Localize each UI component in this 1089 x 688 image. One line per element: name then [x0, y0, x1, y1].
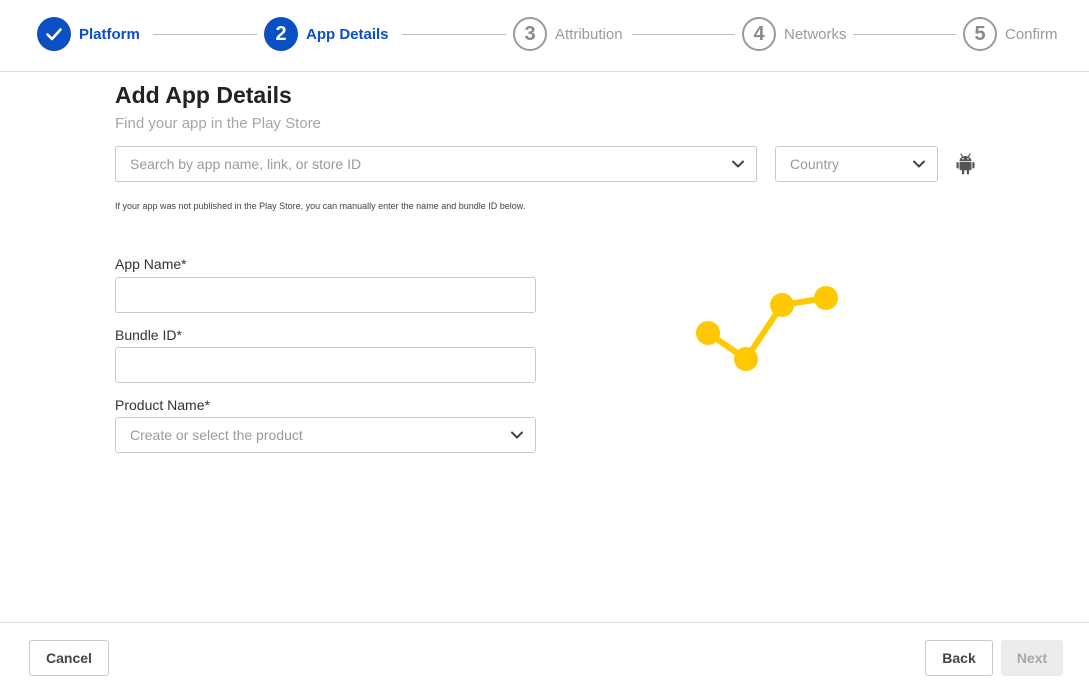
back-button[interactable]: Back: [925, 640, 993, 676]
step-networks[interactable]: 4 Networks: [742, 17, 847, 51]
next-button[interactable]: Next: [1001, 640, 1063, 676]
step-number-text: 4: [753, 22, 765, 45]
app-search-select[interactable]: Search by app name, link, or store ID: [115, 146, 757, 182]
step-connector: [853, 34, 956, 35]
step-number: 4: [742, 17, 776, 51]
product-name-label: Product Name*: [115, 397, 210, 413]
country-select[interactable]: Country: [775, 146, 938, 182]
step-number-text: 2: [275, 22, 287, 45]
step-connector: [153, 34, 257, 35]
step-label: Attribution: [555, 25, 623, 43]
loading-spinner-icon: [696, 286, 838, 371]
step-number: 2: [264, 17, 298, 51]
step-number: 3: [513, 17, 547, 51]
step-label: Networks: [784, 25, 847, 43]
manual-entry-hint: If your app was not published in the Pla…: [115, 201, 526, 211]
bundle-id-label: Bundle ID*: [115, 327, 182, 343]
android-icon: [956, 153, 975, 175]
step-number-text: 5: [974, 22, 986, 45]
step-label: Confirm: [1005, 25, 1058, 43]
step-connector: [402, 34, 506, 35]
step-label: Platform: [79, 25, 140, 43]
step-platform[interactable]: Platform: [37, 17, 140, 51]
chevron-down-icon: [732, 160, 744, 168]
wizard-footer: Cancel Back Next: [0, 622, 1089, 688]
app-search-placeholder: Search by app name, link, or store ID: [130, 156, 362, 172]
page-title: Add App Details: [115, 82, 292, 108]
product-name-placeholder: Create or select the product: [130, 427, 303, 443]
bundle-id-input[interactable]: [115, 347, 536, 383]
page-subtitle: Find your app in the Play Store: [115, 115, 321, 132]
chevron-down-icon: [913, 160, 925, 168]
step-number: 5: [963, 17, 997, 51]
cancel-button[interactable]: Cancel: [29, 640, 109, 676]
step-number-text: 3: [524, 22, 536, 45]
app-name-label: App Name*: [115, 256, 187, 272]
progress-stepper: Platform 2 App Details 3 Attribution 4 N…: [0, 0, 1089, 72]
step-confirm[interactable]: 5 Confirm: [963, 17, 1058, 51]
checkmark-icon: [37, 17, 71, 51]
country-placeholder: Country: [790, 156, 840, 172]
step-connector: [632, 34, 735, 35]
product-name-select[interactable]: Create or select the product: [115, 417, 536, 453]
step-attribution[interactable]: 3 Attribution: [513, 17, 623, 51]
chevron-down-icon: [511, 431, 523, 439]
step-label: App Details: [306, 25, 389, 43]
step-app-details[interactable]: 2 App Details: [264, 17, 389, 51]
app-name-input[interactable]: [115, 277, 536, 313]
